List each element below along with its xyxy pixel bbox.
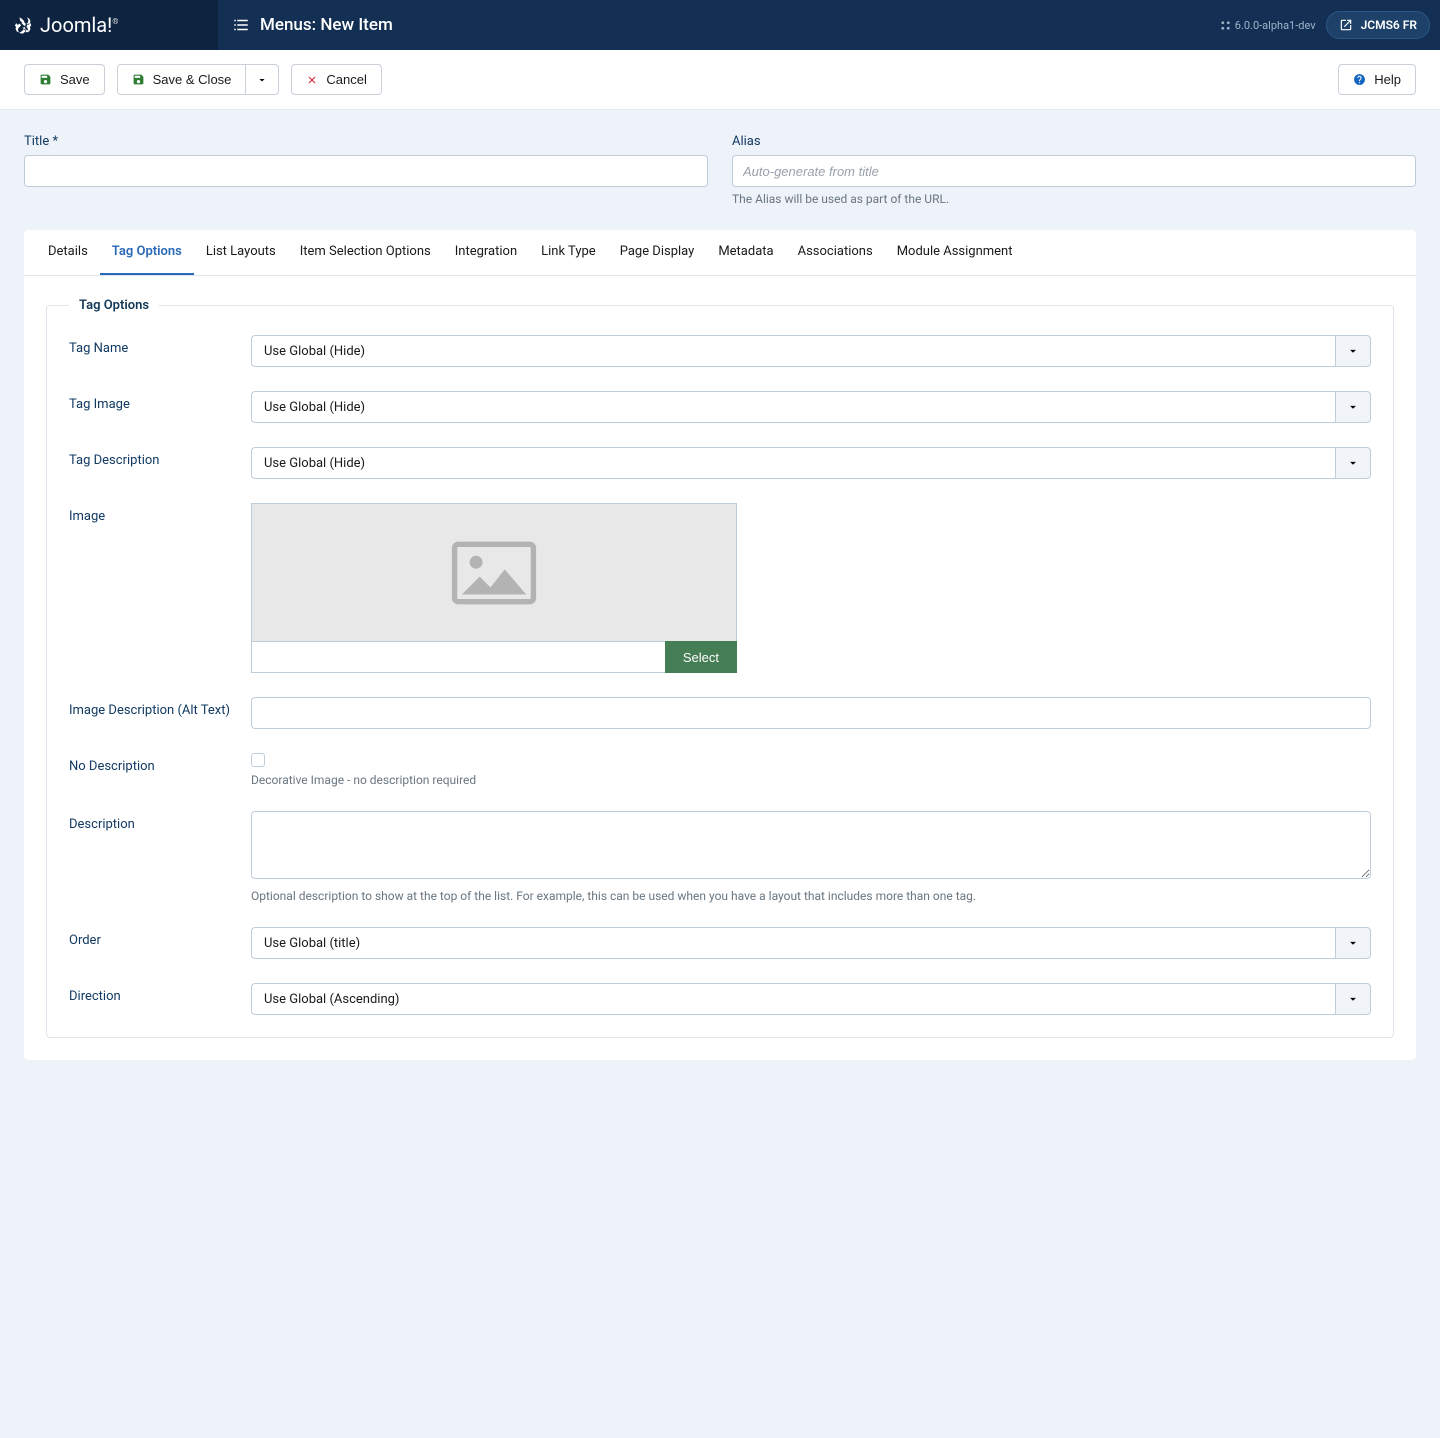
title-area: Menus: New Item bbox=[218, 15, 1220, 35]
save-button[interactable]: Save bbox=[24, 64, 105, 95]
brand-name: Joomla!® bbox=[40, 13, 119, 37]
save-icon bbox=[132, 73, 145, 86]
tab-module-assignment[interactable]: Module Assignment bbox=[885, 230, 1025, 275]
tag-image-value: Use Global (Hide) bbox=[251, 391, 1335, 423]
no-description-label: No Description bbox=[69, 753, 251, 774]
order-label: Order bbox=[69, 927, 251, 948]
joomla-icon bbox=[12, 14, 34, 36]
tabs: Details Tag Options List Layouts Item Se… bbox=[24, 230, 1416, 276]
no-description-checkbox[interactable] bbox=[251, 753, 265, 767]
tag-name-label: Tag Name bbox=[69, 335, 251, 356]
chevron-down-icon bbox=[1335, 983, 1371, 1015]
alias-col: Alias The Alias will be used as part of … bbox=[732, 134, 1416, 206]
list-icon bbox=[232, 16, 250, 34]
topbar: Joomla!® Menus: New Item 6.0.0-alpha1-de… bbox=[0, 0, 1440, 50]
row-tag-image: Tag Image Use Global (Hide) bbox=[69, 391, 1371, 423]
fieldset-legend: Tag Options bbox=[69, 298, 159, 313]
save-close-group: Save & Close bbox=[117, 64, 280, 95]
tab-content: Tag Options Tag Name Use Global (Hide) T… bbox=[24, 276, 1416, 1060]
cancel-button[interactable]: Cancel bbox=[291, 64, 381, 95]
order-select[interactable]: Use Global (title) bbox=[251, 927, 1371, 959]
tag-options-fieldset: Tag Options Tag Name Use Global (Hide) T… bbox=[46, 298, 1394, 1038]
chevron-down-icon bbox=[1335, 335, 1371, 367]
image-label: Image bbox=[69, 503, 251, 524]
brand-area[interactable]: Joomla!® bbox=[0, 0, 218, 50]
page-title: Menus: New Item bbox=[260, 15, 393, 35]
image-placeholder-icon bbox=[451, 540, 537, 606]
tag-name-select[interactable]: Use Global (Hide) bbox=[251, 335, 1371, 367]
tab-tag-options[interactable]: Tag Options bbox=[100, 230, 194, 275]
tab-metadata[interactable]: Metadata bbox=[706, 230, 785, 275]
alt-text-input[interactable] bbox=[251, 697, 1371, 729]
tab-integration[interactable]: Integration bbox=[443, 230, 529, 275]
direction-value: Use Global (Ascending) bbox=[251, 983, 1335, 1015]
alias-input[interactable] bbox=[732, 155, 1416, 187]
description-textarea[interactable] bbox=[251, 811, 1371, 879]
user-badge[interactable]: JCMS6 FR bbox=[1326, 11, 1430, 39]
topbar-right: 6.0.0-alpha1-dev JCMS6 FR bbox=[1220, 11, 1440, 39]
content: Title * Alias The Alias will be used as … bbox=[0, 110, 1440, 1084]
tag-image-select[interactable]: Use Global (Hide) bbox=[251, 391, 1371, 423]
tab-item-selection[interactable]: Item Selection Options bbox=[288, 230, 443, 275]
description-label: Description bbox=[69, 811, 251, 832]
tag-name-value: Use Global (Hide) bbox=[251, 335, 1335, 367]
title-alias-row: Title * Alias The Alias will be used as … bbox=[24, 134, 1416, 206]
alt-text-label: Image Description (Alt Text) bbox=[69, 697, 251, 718]
card: Details Tag Options List Layouts Item Se… bbox=[24, 230, 1416, 1060]
save-icon bbox=[39, 73, 52, 86]
chevron-down-icon bbox=[1335, 927, 1371, 959]
user-label: JCMS6 FR bbox=[1361, 18, 1417, 32]
help-icon bbox=[1353, 73, 1366, 86]
tab-link-type[interactable]: Link Type bbox=[529, 230, 608, 275]
title-col: Title * bbox=[24, 134, 708, 206]
tab-page-display[interactable]: Page Display bbox=[608, 230, 707, 275]
alias-help: The Alias will be used as part of the UR… bbox=[732, 192, 1416, 206]
row-no-description: No Description Decorative Image - no des… bbox=[69, 753, 1371, 787]
direction-label: Direction bbox=[69, 983, 251, 1004]
help-button[interactable]: Help bbox=[1338, 64, 1416, 95]
title-input[interactable] bbox=[24, 155, 708, 187]
row-order: Order Use Global (title) bbox=[69, 927, 1371, 959]
row-alt-text: Image Description (Alt Text) bbox=[69, 697, 1371, 729]
close-icon bbox=[306, 74, 318, 86]
chevron-down-icon bbox=[256, 74, 268, 86]
external-link-icon bbox=[1339, 18, 1353, 32]
image-select-button[interactable]: Select bbox=[665, 641, 737, 673]
version-text[interactable]: 6.0.0-alpha1-dev bbox=[1220, 19, 1316, 32]
tab-associations[interactable]: Associations bbox=[786, 230, 885, 275]
row-image: Image Select bbox=[69, 503, 1371, 673]
tag-description-label: Tag Description bbox=[69, 447, 251, 468]
title-label: Title * bbox=[24, 134, 708, 149]
image-preview bbox=[251, 503, 737, 641]
joomla-small-icon bbox=[1220, 20, 1231, 31]
row-tag-description: Tag Description Use Global (Hide) bbox=[69, 447, 1371, 479]
save-dropdown-button[interactable] bbox=[246, 64, 279, 95]
no-description-help: Decorative Image - no description requir… bbox=[251, 773, 1371, 787]
direction-select[interactable]: Use Global (Ascending) bbox=[251, 983, 1371, 1015]
row-tag-name: Tag Name Use Global (Hide) bbox=[69, 335, 1371, 367]
joomla-logo: Joomla!® bbox=[12, 13, 119, 37]
image-path-input[interactable] bbox=[251, 641, 665, 673]
order-value: Use Global (title) bbox=[251, 927, 1335, 959]
description-help: Optional description to show at the top … bbox=[251, 889, 1371, 903]
row-description: Description Optional description to show… bbox=[69, 811, 1371, 903]
tag-description-value: Use Global (Hide) bbox=[251, 447, 1335, 479]
tab-details[interactable]: Details bbox=[36, 230, 100, 275]
image-select-row: Select bbox=[251, 641, 737, 673]
chevron-down-icon bbox=[1335, 391, 1371, 423]
tag-description-select[interactable]: Use Global (Hide) bbox=[251, 447, 1371, 479]
row-direction: Direction Use Global (Ascending) bbox=[69, 983, 1371, 1015]
alias-label: Alias bbox=[732, 134, 1416, 149]
toolbar: Save Save & Close Cancel Help bbox=[0, 50, 1440, 110]
tag-image-label: Tag Image bbox=[69, 391, 251, 412]
chevron-down-icon bbox=[1335, 447, 1371, 479]
save-close-button[interactable]: Save & Close bbox=[117, 64, 247, 95]
tab-list-layouts[interactable]: List Layouts bbox=[194, 230, 288, 275]
